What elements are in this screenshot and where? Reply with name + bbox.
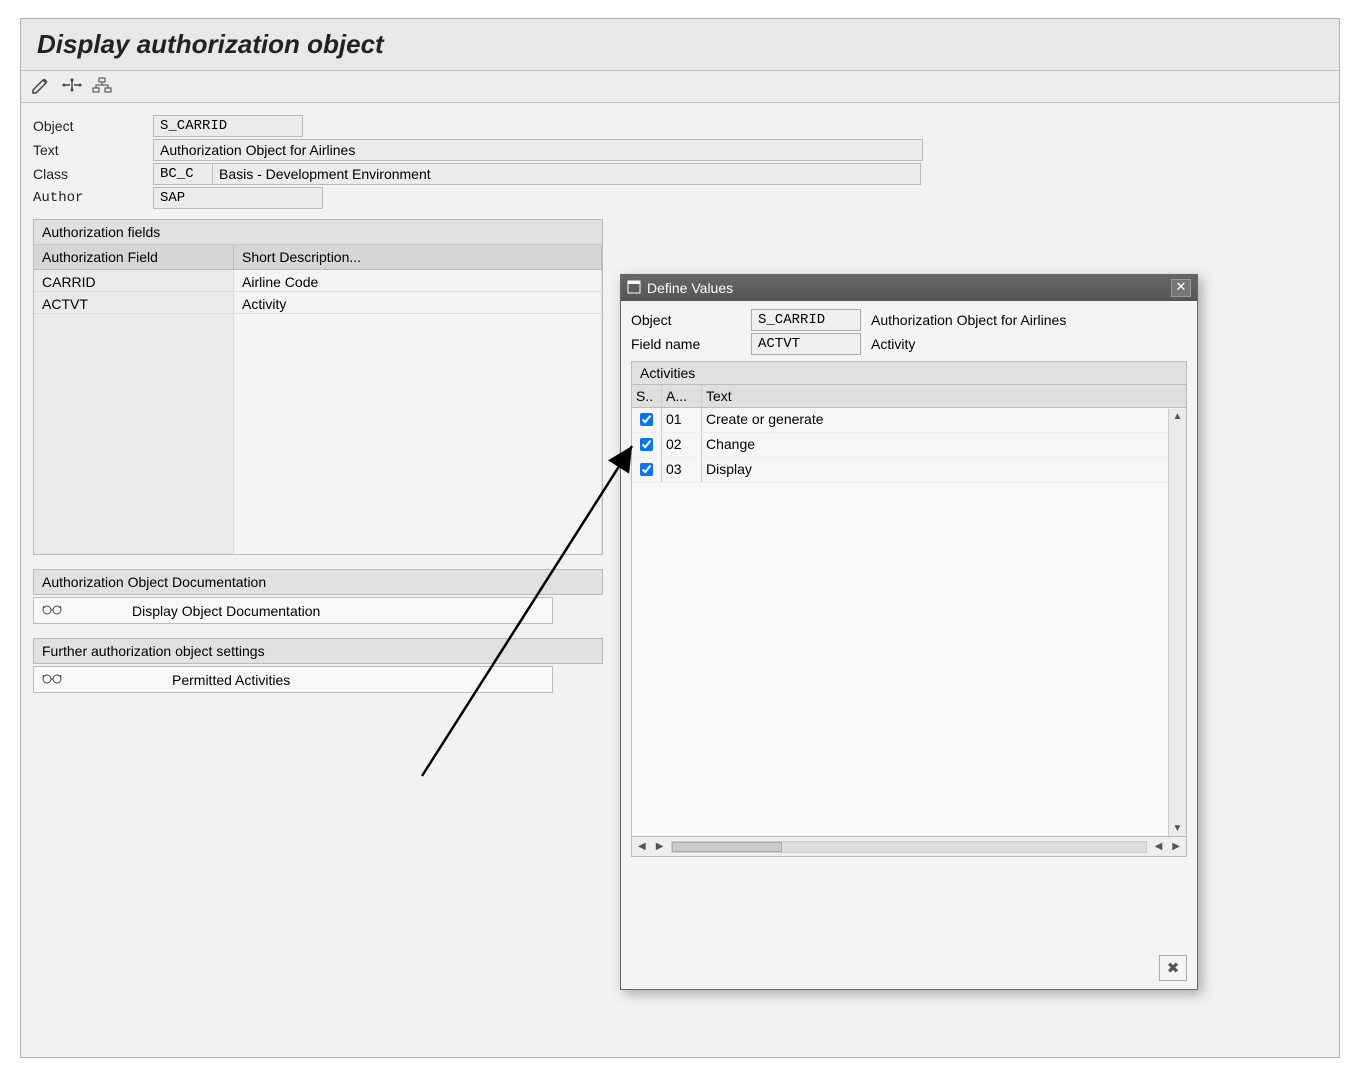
- popup-window-icon: [627, 280, 641, 297]
- doc-section-header: Authorization Object Documentation: [33, 569, 603, 595]
- permitted-activities-button[interactable]: Permitted Activities: [33, 666, 553, 693]
- scroll-left-icon[interactable]: ◀: [1153, 839, 1165, 854]
- activities-table: S.. A... Text 01 Create or generate 02 C…: [631, 385, 1187, 837]
- activity-checkbox[interactable]: [640, 463, 653, 476]
- auth-col2-header: Short Description...: [234, 245, 602, 270]
- toolbar: [21, 71, 1339, 103]
- display-doc-label: Display Object Documentation: [132, 603, 320, 619]
- display-doc-button[interactable]: Display Object Documentation: [33, 597, 553, 624]
- auth-row-desc: Airline Code: [234, 270, 602, 292]
- where-used-icon[interactable]: [61, 76, 83, 97]
- auth-fields-header: Authorization fields: [34, 220, 602, 245]
- activity-code: 03: [662, 458, 702, 482]
- activity-text: Change: [702, 433, 1186, 457]
- vertical-scrollbar[interactable]: ▲ ▼: [1168, 409, 1186, 836]
- further-section: Further authorization object settings Pe…: [33, 638, 603, 693]
- activity-text: Display: [702, 458, 1186, 482]
- page-title: Display authorization object: [37, 29, 1323, 60]
- activity-row[interactable]: 02 Change: [632, 433, 1186, 458]
- auth-row-desc: Activity: [234, 292, 602, 314]
- popup-body: Object S_CARRID Authorization Object for…: [621, 301, 1197, 865]
- grid-filler: [234, 314, 602, 554]
- activity-checkbox[interactable]: [640, 438, 653, 451]
- popup-fieldname-label: Field name: [631, 336, 751, 352]
- activities-header: Activities: [631, 361, 1187, 385]
- activity-row[interactable]: 01 Create or generate: [632, 408, 1186, 433]
- object-label: Object: [33, 118, 153, 134]
- act-col-code: A...: [662, 385, 702, 407]
- popup-fieldname-text: Activity: [871, 336, 915, 352]
- author-label: Author: [33, 190, 153, 206]
- scroll-right-icon[interactable]: ▶: [654, 839, 666, 854]
- grid-filler: [34, 314, 234, 554]
- auth-row-field[interactable]: ACTVT: [34, 292, 234, 314]
- text-label: Text: [33, 142, 153, 158]
- further-section-header: Further authorization object settings: [33, 638, 603, 664]
- permitted-activities-label: Permitted Activities: [172, 672, 290, 688]
- activity-text: Create or generate: [702, 408, 1186, 432]
- auth-col1-header: Authorization Field: [34, 245, 234, 270]
- class-code-field: BC_C: [153, 163, 213, 185]
- class-label: Class: [33, 166, 153, 182]
- title-bar: Display authorization object: [21, 19, 1339, 71]
- act-col-text: Text: [702, 385, 1186, 407]
- act-col-select: S..: [632, 385, 662, 407]
- activity-row[interactable]: 03 Display: [632, 458, 1186, 483]
- scroll-right-icon[interactable]: ▶: [1170, 839, 1182, 854]
- hscroll-track-left[interactable]: [671, 841, 1146, 853]
- popup-title: Define Values: [647, 280, 733, 296]
- class-text-field: Basis - Development Environment: [213, 163, 921, 185]
- activity-code: 02: [662, 433, 702, 457]
- scroll-down-icon[interactable]: ▼: [1171, 821, 1185, 836]
- auth-fields-panel: Authorization fields Authorization Field…: [33, 219, 603, 555]
- edit-icon[interactable]: [31, 76, 53, 97]
- author-field: SAP: [153, 187, 323, 209]
- activity-checkbox[interactable]: [640, 413, 653, 426]
- scroll-left-icon[interactable]: ◀: [636, 839, 648, 854]
- hierarchy-icon[interactable]: [91, 76, 113, 97]
- object-field: S_CARRID: [153, 115, 303, 137]
- cancel-button[interactable]: ✖: [1159, 955, 1187, 981]
- popup-titlebar[interactable]: Define Values ✕: [621, 275, 1197, 301]
- auth-row-field[interactable]: CARRID: [34, 270, 234, 292]
- popup-object-text: Authorization Object for Airlines: [871, 312, 1066, 328]
- close-icon[interactable]: ✕: [1171, 279, 1191, 297]
- activity-code: 01: [662, 408, 702, 432]
- hscroll-thumb[interactable]: [672, 842, 782, 852]
- define-values-popup: Define Values ✕ Object S_CARRID Authoriz…: [620, 274, 1198, 990]
- horizontal-scrollbar[interactable]: ◀ ▶ ◀ ▶: [631, 837, 1187, 857]
- glasses-icon: [42, 671, 62, 688]
- text-field: Authorization Object for Airlines: [153, 139, 923, 161]
- popup-object-field: S_CARRID: [751, 309, 861, 331]
- doc-section: Authorization Object Documentation Displ…: [33, 569, 603, 624]
- popup-fieldname-field: ACTVT: [751, 333, 861, 355]
- auth-fields-grid: Authorization Field Short Description...…: [34, 245, 602, 554]
- popup-object-label: Object: [631, 312, 751, 328]
- glasses-icon: [42, 602, 62, 619]
- scroll-up-icon[interactable]: ▲: [1171, 409, 1185, 424]
